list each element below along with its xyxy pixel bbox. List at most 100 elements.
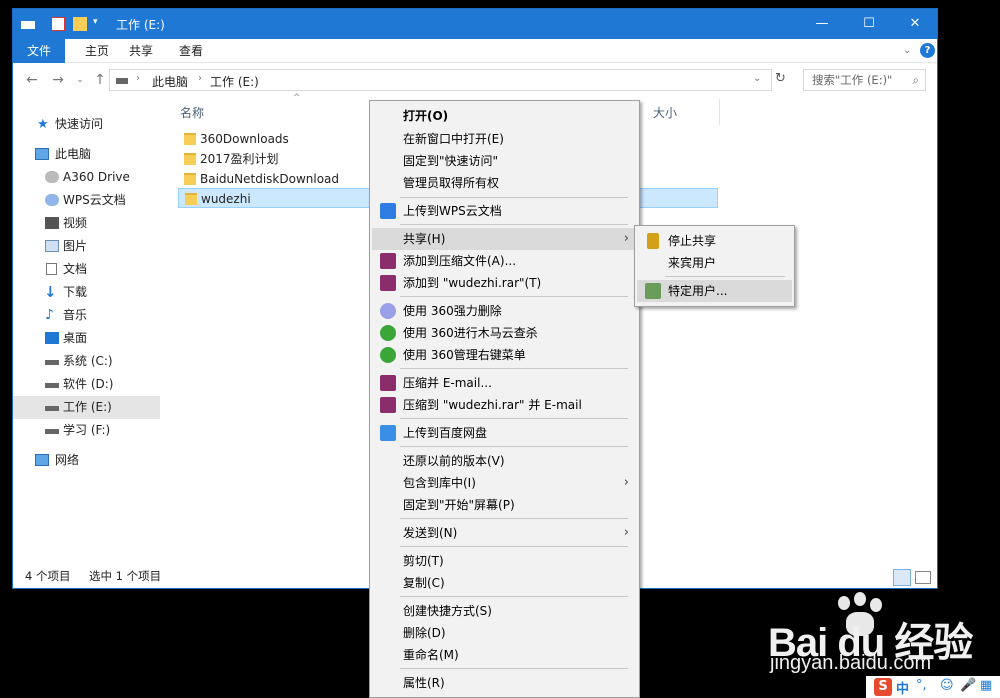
new-folder-icon[interactable] — [73, 17, 87, 31]
document-icon — [46, 263, 57, 275]
quick-access-dropdown-icon[interactable]: ▾ — [93, 17, 107, 31]
screen: ▾ 工作 (E:) — ☐ ✕ 文件 主页 共享 查看 ⌄ ? ← → ⌄ ↑ … — [0, 0, 1000, 698]
emoji-icon[interactable]: ☺ — [940, 678, 954, 693]
ime-toolbar: S 中 °, ☺ 🎤 ▦ — [866, 676, 1000, 698]
menu-item-create-shortcut[interactable]: 创建快捷方式(S) — [372, 600, 637, 622]
sidebar-item-drive-e[interactable]: 工作 (E:) — [13, 396, 160, 419]
close-button[interactable]: ✕ — [892, 9, 938, 39]
sidebar-item-a360[interactable]: A360 Drive — [13, 166, 160, 189]
menu-item-open[interactable]: 打开(O) — [372, 105, 637, 127]
menu-item-add-to-rar[interactable]: 添加到 "wudezhi.rar"(T) — [372, 272, 637, 294]
ime-mode-indicator[interactable]: 中 — [896, 678, 909, 697]
sidebar-item-this-pc[interactable]: 此电脑 — [13, 143, 160, 166]
refresh-icon[interactable]: ↻ — [775, 71, 786, 86]
menu-item-360-delete[interactable]: 使用 360强力删除 — [372, 300, 637, 322]
sidebar-item-drive-c[interactable]: 系统 (C:) — [13, 350, 160, 373]
menu-item-open-new-window[interactable]: 在新窗口中打开(E) — [372, 128, 637, 150]
window-title: 工作 (E:) — [116, 18, 165, 32]
title-bar[interactable]: ▾ 工作 (E:) — ☐ ✕ — [13, 9, 937, 39]
column-header-name[interactable]: 名称 — [180, 104, 204, 121]
address-dropdown-icon[interactable]: ⌄ — [753, 73, 761, 84]
wps-cloud-icon — [380, 203, 396, 219]
expand-ribbon-icon[interactable]: ⌄ — [903, 45, 911, 56]
submenu-arrow-icon: › — [623, 525, 629, 540]
users-icon — [645, 283, 661, 299]
menu-separator — [400, 596, 628, 597]
breadcrumb-separator-icon: › — [136, 73, 140, 84]
menu-separator — [400, 224, 628, 225]
sidebar-item-drive-d[interactable]: 软件 (D:) — [13, 373, 160, 396]
search-placeholder: 搜索"工作 (E:)" — [812, 73, 893, 87]
address-bar[interactable]: › 此电脑 › 工作 (E:) ⌄ — [109, 69, 772, 91]
menu-item-compress-rar-email[interactable]: 压缩到 "wudezhi.rar" 并 E-mail — [372, 394, 637, 416]
menu-item-pin-start[interactable]: 固定到"开始"屏幕(P) — [372, 494, 637, 516]
menu-grid-icon[interactable]: ▦ — [980, 678, 992, 693]
details-view-icon[interactable] — [893, 569, 911, 586]
microphone-icon[interactable]: 🎤 — [960, 678, 976, 693]
sidebar-item-pictures[interactable]: 图片 — [13, 235, 160, 258]
drive-icon — [45, 406, 59, 411]
recent-locations-icon[interactable]: ⌄ — [71, 71, 89, 89]
punctuation-indicator[interactable]: °, — [916, 678, 927, 693]
up-arrow-icon[interactable]: ↑ — [91, 71, 109, 89]
menu-item-cut[interactable]: 剪切(T) — [372, 550, 637, 572]
sidebar-item-wps-cloud[interactable]: WPS云文档 — [13, 189, 160, 212]
help-icon[interactable]: ? — [920, 43, 935, 58]
submenu-item-specific-people[interactable]: 特定用户... — [637, 280, 792, 302]
sidebar-item-downloads[interactable]: ↓ 下载 — [13, 281, 160, 304]
baidu-netdisk-icon — [380, 425, 396, 441]
tab-share[interactable]: 共享 — [119, 39, 163, 63]
menu-item-delete[interactable]: 删除(D) — [372, 622, 637, 644]
breadcrumb-drive-e[interactable]: 工作 (E:) — [210, 73, 259, 90]
share-submenu: 停止共享 来宾用户 特定用户... — [634, 225, 795, 307]
menu-item-360-manage[interactable]: 使用 360管理右键菜单 — [372, 344, 637, 366]
menu-item-restore-versions[interactable]: 还原以前的版本(V) — [372, 450, 637, 472]
sogou-icon[interactable]: S — [874, 678, 892, 696]
breadcrumb-this-pc[interactable]: 此电脑 — [152, 73, 188, 90]
menu-separator — [400, 368, 628, 369]
navigation-pane: ★ 快速访问 此电脑 A360 Drive WPS云文档 视频 图片 文档 ↓ … — [13, 109, 160, 549]
minimize-button[interactable]: — — [799, 9, 845, 39]
large-icons-view-icon[interactable] — [915, 571, 931, 584]
menu-item-360-scan[interactable]: 使用 360进行木马云查杀 — [372, 322, 637, 344]
sidebar-item-quick-access[interactable]: ★ 快速访问 — [13, 113, 160, 136]
cloud-icon — [45, 194, 59, 206]
submenu-item-stop-sharing[interactable]: 停止共享 — [637, 230, 792, 252]
search-input[interactable]: 搜索"工作 (E:)" ⌕ — [803, 69, 926, 91]
properties-icon[interactable] — [51, 17, 65, 31]
column-divider[interactable] — [719, 99, 720, 125]
menu-item-send-to[interactable]: 发送到(N) › — [372, 522, 637, 544]
back-arrow-icon[interactable]: ← — [23, 71, 41, 89]
menu-item-upload-wps[interactable]: 上传到WPS云文档 — [372, 200, 637, 222]
menu-separator — [400, 197, 628, 198]
sidebar-item-documents[interactable]: 文档 — [13, 258, 160, 281]
menu-item-baidu-netdisk[interactable]: 上传到百度网盘 — [372, 422, 637, 444]
drive-icon — [45, 429, 59, 434]
menu-item-compress-email[interactable]: 压缩并 E-mail... — [372, 372, 637, 394]
menu-item-take-ownership[interactable]: 管理员取得所有权 — [372, 172, 637, 194]
sidebar-item-music[interactable]: ♪ 音乐 — [13, 304, 160, 327]
tab-file[interactable]: 文件 — [13, 39, 65, 63]
menu-item-share[interactable]: 共享(H) › — [372, 228, 637, 250]
sidebar-item-drive-f[interactable]: 学习 (F:) — [13, 419, 160, 442]
maximize-button[interactable]: ☐ — [846, 9, 892, 39]
menu-item-properties[interactable]: 属性(R) — [372, 672, 637, 694]
sidebar-item-network[interactable]: 网络 — [13, 449, 160, 472]
submenu-arrow-icon: › — [623, 231, 629, 246]
column-header-size[interactable]: 大小 — [653, 104, 677, 121]
menu-item-copy[interactable]: 复制(C) — [372, 572, 637, 594]
sort-indicator-icon: ^ — [293, 93, 301, 103]
tab-home[interactable]: 主页 — [75, 39, 119, 63]
tab-view[interactable]: 查看 — [169, 39, 213, 63]
menu-item-add-archive[interactable]: 添加到压缩文件(A)... — [372, 250, 637, 272]
menu-item-include-library[interactable]: 包含到库中(I) › — [372, 472, 637, 494]
desktop-icon — [45, 332, 59, 344]
submenu-item-guest[interactable]: 来宾用户 — [637, 252, 792, 274]
forward-arrow-icon[interactable]: → — [49, 71, 67, 89]
sidebar-item-desktop[interactable]: 桌面 — [13, 327, 160, 350]
menu-item-pin-quick-access[interactable]: 固定到"快速访问" — [372, 150, 637, 172]
status-selected-count: 选中 1 个项目 — [89, 569, 162, 583]
menu-item-rename[interactable]: 重命名(M) — [372, 644, 637, 666]
watermark-url: jingyan.baidu.com — [770, 652, 932, 674]
sidebar-item-videos[interactable]: 视频 — [13, 212, 160, 235]
